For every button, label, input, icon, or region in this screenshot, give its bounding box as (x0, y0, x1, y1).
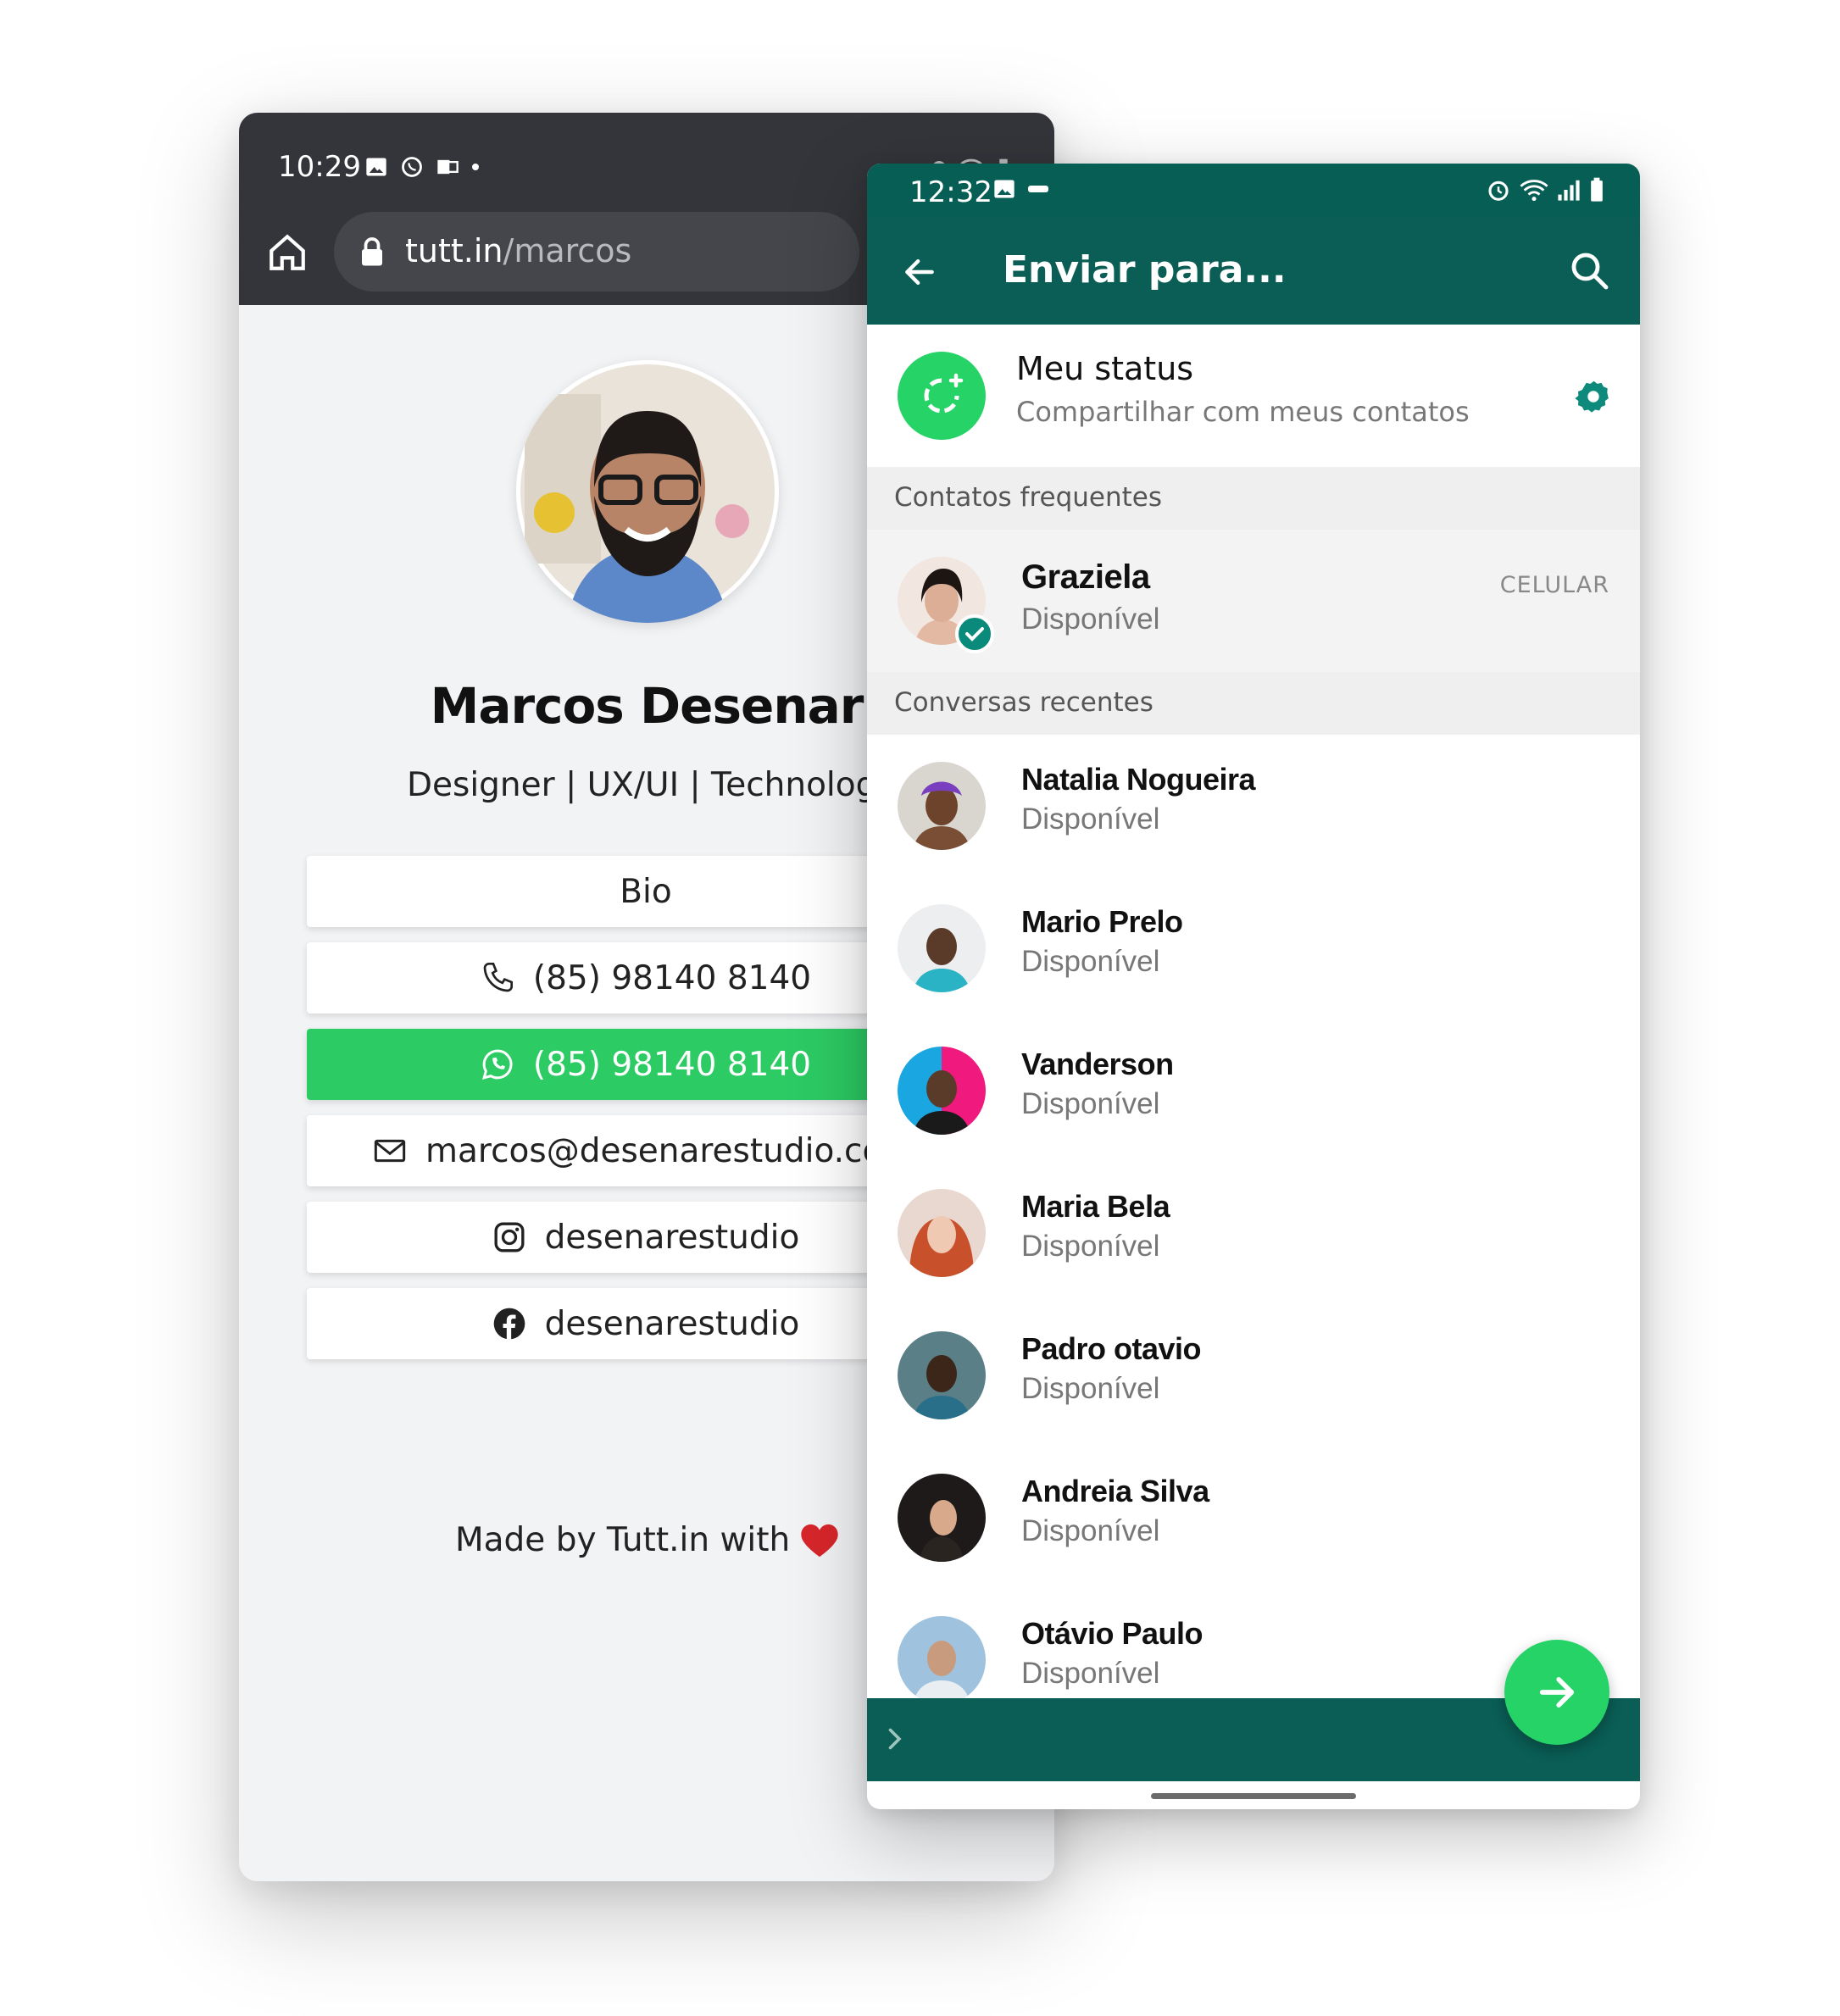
contact-type-badge: CELULAR (1499, 572, 1609, 598)
arrow-right-icon (1539, 1677, 1575, 1708)
list-item[interactable]: Maria Bela Disponível (867, 1162, 1640, 1304)
status-right-icons (1486, 177, 1604, 203)
section-header-recent: Conversas recentes (867, 672, 1640, 735)
signal-icon (1558, 180, 1580, 201)
status-time: 12:32 (909, 175, 992, 209)
phone-label: (85) 98140 8140 (532, 958, 812, 997)
mail-icon (374, 1139, 406, 1163)
made-by-text: Made by Tutt.in with (455, 1521, 791, 1559)
contact-status: Disponível (1021, 1657, 1160, 1690)
selected-check-icon (955, 614, 994, 653)
instagram-icon (494, 1222, 525, 1252)
my-status-subtitle: Compartilhar com meus contatos (1016, 396, 1470, 428)
contact-status: Disponível (1021, 1514, 1160, 1547)
made-by-footer: Made by Tutt.in with (455, 1521, 839, 1559)
back-arrow-icon[interactable] (901, 253, 938, 291)
section-recent-label: Conversas recentes (894, 687, 1153, 718)
url-path: /marcos (503, 232, 632, 269)
contact-name: Graziela (1021, 558, 1150, 596)
wifi-icon (1520, 180, 1548, 202)
dot-icon (472, 164, 479, 170)
contact-name: Maria Bela (1021, 1189, 1170, 1224)
screen-title: Enviar para... (1003, 248, 1287, 292)
contact-status: Disponível (1021, 603, 1160, 636)
phone-icon (483, 963, 513, 992)
heart-icon (801, 1524, 838, 1557)
contact-status: Disponível (1021, 1087, 1160, 1120)
list-item[interactable]: Mario Prelo Disponível (867, 877, 1640, 1019)
battery-icon (1591, 177, 1603, 202)
search-icon[interactable] (1569, 250, 1609, 291)
section-frequent-label: Contatos frequentes (894, 482, 1163, 513)
facebook-icon (493, 1308, 525, 1340)
list-item[interactable]: Andreia Silva Disponível (867, 1447, 1640, 1589)
avatar (898, 1474, 986, 1562)
avatar (898, 762, 986, 850)
whatsapp-share-phone: 12:32 Enviar para... Meu status Comparti… (867, 164, 1640, 1809)
chevron-right-icon[interactable] (879, 1724, 909, 1754)
section-header-frequent: Contatos frequentes (867, 467, 1640, 530)
contact-name: Natalia Nogueira (1021, 762, 1256, 797)
contact-name: Andreia Silva (1021, 1474, 1209, 1508)
lock-icon (362, 237, 382, 266)
contact-name: Mario Prelo (1021, 904, 1183, 939)
alarm-icon (1488, 180, 1509, 201)
url-bar[interactable]: tutt.in/marcos (334, 212, 859, 292)
contact-name: Otávio Paulo (1021, 1616, 1204, 1651)
list-item[interactable]: Natalia Nogueira Disponível (867, 735, 1640, 877)
send-button[interactable] (1504, 1640, 1609, 1745)
profile-avatar (516, 360, 779, 623)
contact-name: Padro otavio (1021, 1331, 1202, 1366)
ifood-icon (1028, 186, 1048, 192)
url-text: tutt.in/marcos (405, 232, 631, 269)
app-bar: Enviar para... (867, 218, 1640, 325)
whatsapp-icon (481, 1049, 513, 1080)
contact-row-graziela[interactable]: Graziela Disponível CELULAR (867, 530, 1640, 672)
contact-status: Disponível (1021, 1372, 1160, 1405)
whatsapp-icon (402, 157, 422, 177)
status-icons (364, 150, 480, 184)
email-label: marcos@desenarestudio.com (425, 1131, 915, 1170)
list-item[interactable]: Padro otavio Disponível (867, 1304, 1640, 1447)
url-host: tutt.in (405, 232, 503, 269)
home-icon[interactable] (266, 231, 309, 274)
profile-photo (520, 364, 775, 623)
image-icon (994, 180, 1015, 198)
gear-icon[interactable] (1574, 377, 1613, 416)
avatar (898, 1189, 986, 1277)
instagram-label: desenarestudio (544, 1218, 800, 1257)
contact-status: Disponível (1021, 945, 1160, 978)
avatar (898, 1331, 986, 1419)
contact-name: Vanderson (1021, 1047, 1174, 1081)
avatar (898, 1047, 986, 1135)
status-time: 10:29 (278, 150, 361, 184)
status-left-icons (992, 177, 1050, 201)
status-add-icon (898, 352, 986, 440)
whatsapp-label: (85) 98140 8140 (532, 1045, 812, 1084)
navigation-handle[interactable] (1151, 1793, 1356, 1799)
avatar (898, 1616, 986, 1704)
list-item[interactable]: Vanderson Disponível (867, 1019, 1640, 1162)
profile-subtitle: Designer | UX/UI | Technology (407, 766, 897, 804)
facebook-label: desenarestudio (544, 1304, 800, 1343)
avatar (898, 904, 986, 992)
status-bar: 12:32 (867, 164, 1640, 218)
contact-status: Disponível (1021, 803, 1160, 836)
outlook-icon (437, 159, 459, 175)
bio-label: Bio (620, 872, 672, 911)
my-status-row[interactable]: Meu status Compartilhar com meus contato… (867, 325, 1640, 467)
contact-status: Disponível (1021, 1230, 1160, 1263)
my-status-title: Meu status (1016, 350, 1194, 387)
image-icon (366, 158, 386, 176)
